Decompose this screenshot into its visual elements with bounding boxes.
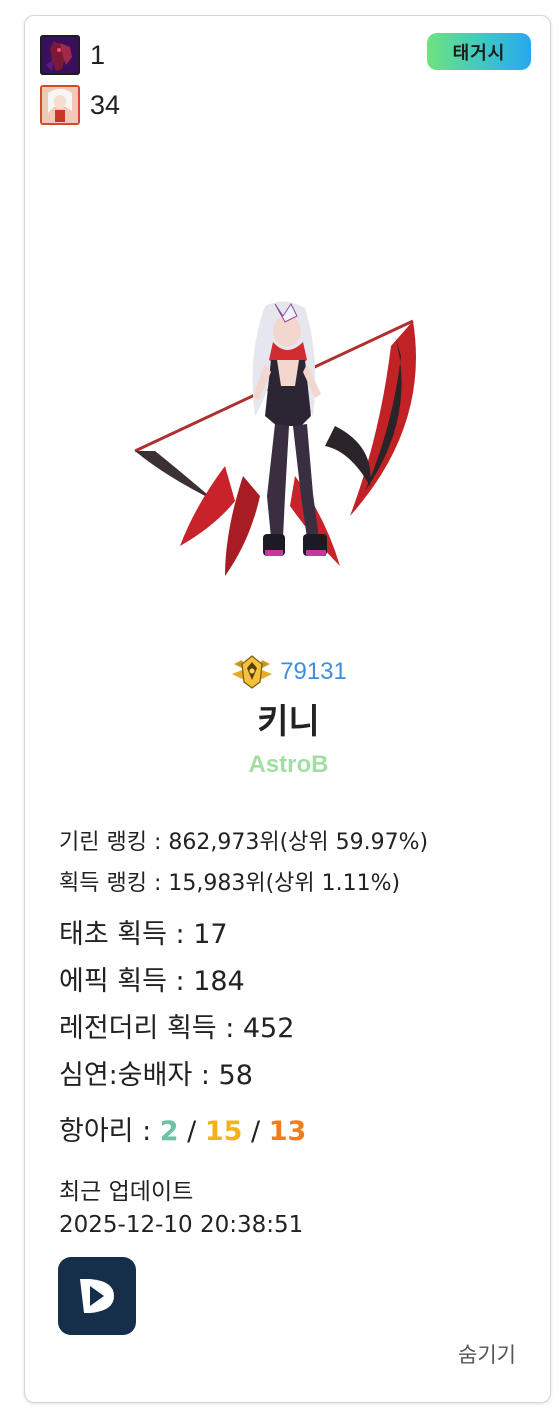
jar-value-a: 2	[159, 1116, 179, 1147]
girin-ranking: 기린 랭킹 : 862,973위(상위 59.97%)	[59, 830, 429, 855]
hide-link[interactable]: 숨기기	[458, 1339, 516, 1369]
character-portrait	[125, 276, 435, 586]
rank-line: 79131	[25, 652, 552, 692]
tag-badge[interactable]: 태거시	[427, 33, 531, 70]
simyeon-count: 심연:숭배자 : 58	[59, 1060, 253, 1091]
jar-label: 항아리 :	[59, 1116, 160, 1147]
stat-value: 1	[90, 39, 106, 70]
stat-row-2: 34	[40, 85, 120, 125]
update-label: 최근 업데이트	[59, 1179, 194, 1205]
jar-line: 항아리 : 2 / 15 / 13	[59, 1109, 306, 1148]
taecho-count: 태초 획득 : 17	[59, 919, 228, 950]
update-timestamp: 2025-12-10 20:38:51	[59, 1212, 304, 1238]
legendary-count: 레전더리 획득 : 452	[59, 1013, 295, 1044]
character-name: 키니	[257, 702, 320, 742]
rank-emblem-icon	[230, 652, 274, 692]
white-hair-avatar-icon	[40, 85, 80, 125]
jar-value-b: 15	[204, 1116, 243, 1147]
rank-number: 79131	[280, 658, 347, 685]
guild-name: AstroB	[248, 751, 329, 778]
jar-value-c: 13	[268, 1116, 307, 1147]
character-card: 1 34 태거시 79131 키니 AstroB 기린 랭킹: 862,973…	[24, 15, 551, 1403]
acquire-ranking: 획득 랭킹 : 15,983위(상위 1.11%)	[59, 871, 401, 896]
epic-count: 에픽 획득 : 184	[59, 966, 245, 997]
jar-separator: /	[242, 1116, 269, 1147]
stat-value: 34	[90, 89, 121, 120]
dark-avatar-icon	[40, 35, 80, 75]
jar-separator: /	[178, 1116, 205, 1147]
stat-row-1: 1	[40, 35, 105, 75]
play-logo-icon	[80, 1279, 114, 1313]
dundam-app-button[interactable]	[58, 1257, 136, 1335]
